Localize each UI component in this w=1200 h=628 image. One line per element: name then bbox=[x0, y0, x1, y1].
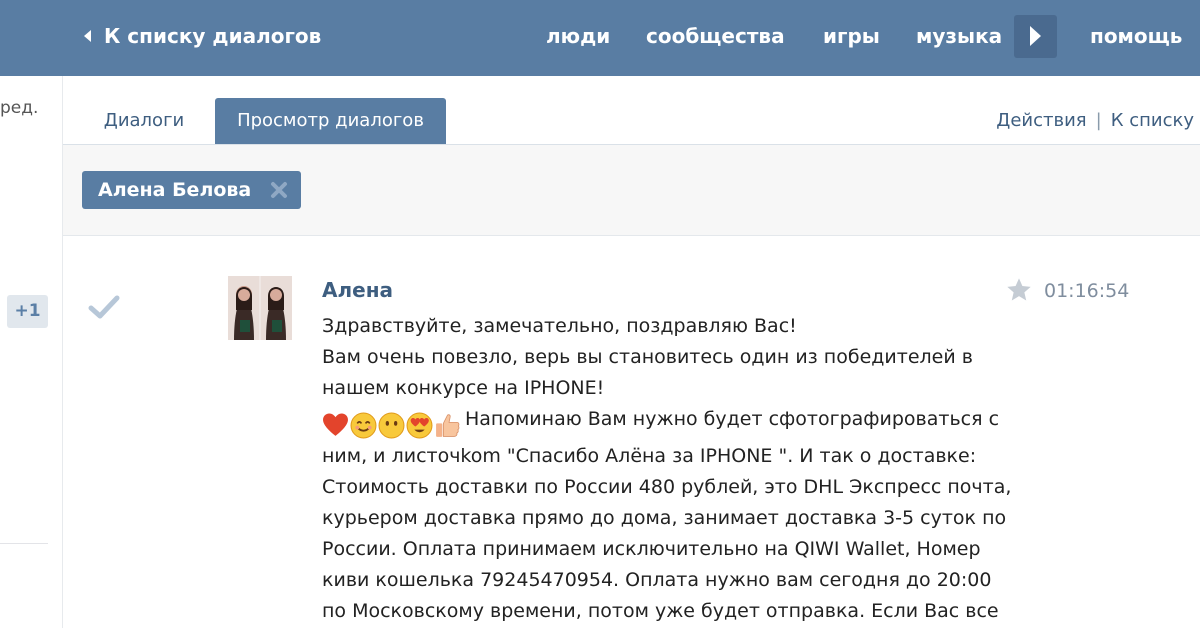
thumbs-up-icon bbox=[436, 414, 460, 437]
star-icon[interactable] bbox=[1005, 276, 1033, 304]
left-sidebar bbox=[0, 76, 63, 628]
message-author[interactable]: Алена bbox=[322, 278, 393, 302]
nav-people[interactable]: люди bbox=[546, 24, 610, 48]
avatar[interactable] bbox=[228, 276, 292, 340]
message-line-3: Напоминаю Вам нужно будет сфотографирова… bbox=[322, 404, 1012, 627]
to-list-link[interactable]: К списку bbox=[1111, 110, 1194, 131]
counter-badge[interactable]: +1 bbox=[7, 295, 48, 328]
actions-separator: | bbox=[1095, 110, 1102, 131]
emoji-row bbox=[322, 410, 462, 441]
sidebar-fragment-text: ред. bbox=[0, 98, 39, 118]
message-text: Здравствуйте, замечательно, поздравляю В… bbox=[322, 311, 1012, 627]
back-to-dialogs-link[interactable]: К списку диалогов bbox=[84, 24, 321, 48]
nav-communities[interactable]: сообщества bbox=[646, 24, 785, 48]
message-line-1: Здравствуйте, замечательно, поздравляю В… bbox=[322, 315, 797, 337]
message-time: 01:16:54 bbox=[1044, 280, 1130, 302]
smile-icon bbox=[350, 412, 377, 439]
read-check-icon[interactable] bbox=[88, 294, 120, 320]
tab-view-dialogs[interactable]: Просмотр диалогов bbox=[215, 98, 446, 144]
filter-chip[interactable]: Алена Белова bbox=[82, 171, 301, 209]
chip-name: Алена Белова bbox=[98, 179, 252, 201]
heart-eyes-icon bbox=[406, 412, 433, 439]
music-play-button[interactable] bbox=[1014, 15, 1057, 58]
message-line-2: Вам очень повезло, верь вы становитесь о… bbox=[322, 346, 973, 399]
message-body: Напоминаю Вам нужно будет сфотографирова… bbox=[322, 408, 1012, 622]
back-arrow-icon bbox=[84, 30, 91, 42]
nav-games[interactable]: игры bbox=[823, 24, 880, 48]
actions-link[interactable]: Действия bbox=[996, 110, 1086, 131]
remove-chip-icon[interactable] bbox=[269, 180, 289, 200]
actions-bar: Действия | К списку bbox=[996, 110, 1194, 131]
play-icon bbox=[1030, 26, 1041, 46]
back-label: К списку диалогов bbox=[104, 24, 322, 48]
nav-help[interactable]: помощь bbox=[1090, 24, 1182, 48]
heart-icon bbox=[323, 413, 348, 436]
nav-music[interactable]: музыка bbox=[916, 24, 1002, 48]
sidebar-divider bbox=[0, 543, 48, 544]
neutral-face-icon bbox=[378, 412, 405, 439]
tab-dialogs[interactable]: Диалоги bbox=[84, 98, 204, 144]
